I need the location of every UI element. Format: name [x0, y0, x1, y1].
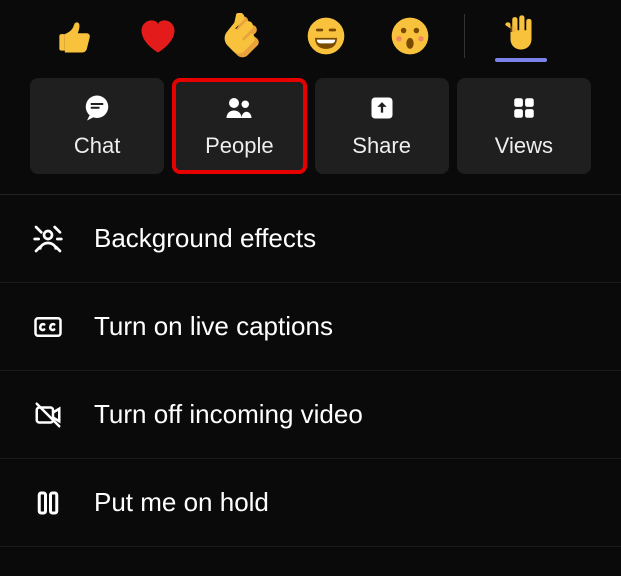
- laugh-icon: [304, 14, 348, 58]
- menu-item-live-captions[interactable]: Turn on live captions: [0, 283, 621, 371]
- thumbs-up-icon: [52, 14, 96, 58]
- share-icon: [367, 93, 397, 123]
- captions-icon: [30, 309, 66, 345]
- reactions-divider: [464, 14, 465, 58]
- menu-label: Turn on live captions: [94, 311, 333, 342]
- menu-label: Turn off incoming video: [94, 399, 363, 430]
- views-button[interactable]: Views: [457, 78, 591, 174]
- background-effects-icon: [30, 221, 66, 257]
- menu-label: Background effects: [94, 223, 316, 254]
- chat-button[interactable]: Chat: [30, 78, 164, 174]
- people-icon: [224, 93, 254, 123]
- views-icon: [509, 93, 539, 123]
- menu-item-put-on-hold[interactable]: Put me on hold: [0, 459, 621, 547]
- chat-icon: [82, 93, 112, 123]
- menu-item-turn-off-incoming-video[interactable]: Turn off incoming video: [0, 371, 621, 459]
- surprised-reaction[interactable]: [386, 12, 434, 60]
- raise-hand-icon: [500, 11, 542, 53]
- clap-reaction[interactable]: [218, 12, 266, 60]
- share-button[interactable]: Share: [315, 78, 449, 174]
- hold-icon: [30, 485, 66, 521]
- raise-hand-underline: [495, 58, 547, 62]
- actions-bar: Chat People Share Views: [0, 72, 621, 190]
- views-label: Views: [495, 133, 553, 159]
- thumbs-up-reaction[interactable]: [50, 12, 98, 60]
- people-button[interactable]: People: [172, 78, 306, 174]
- reactions-bar: [0, 0, 621, 72]
- clap-icon: [219, 13, 265, 59]
- video-off-icon: [30, 397, 66, 433]
- share-label: Share: [352, 133, 411, 159]
- menu-label: Put me on hold: [94, 487, 269, 518]
- people-label: People: [205, 133, 274, 159]
- chat-label: Chat: [74, 133, 120, 159]
- menu-item-background-effects[interactable]: Background effects: [0, 195, 621, 283]
- raise-hand-button[interactable]: [495, 10, 547, 62]
- more-options-menu: Background effects Turn on live captions…: [0, 194, 621, 547]
- heart-reaction[interactable]: [134, 12, 182, 60]
- heart-icon: [136, 14, 180, 58]
- surprised-icon: [388, 14, 432, 58]
- laugh-reaction[interactable]: [302, 12, 350, 60]
